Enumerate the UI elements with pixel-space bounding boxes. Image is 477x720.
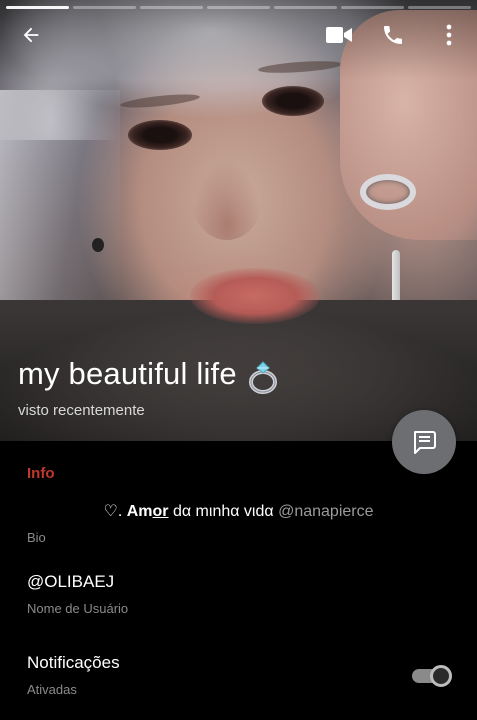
notifications-row[interactable]: Notificações	[27, 653, 120, 673]
bio-prefix: ♡.	[103, 503, 127, 520]
username-value[interactable]: @OLIBAEJ	[27, 572, 114, 592]
story-progress-bar	[6, 6, 471, 9]
video-call-button[interactable]	[322, 18, 356, 52]
info-header: Info	[27, 465, 55, 482]
bio-rest: dα mιnhα vιdα	[168, 503, 279, 520]
more-vertical-icon	[446, 24, 452, 46]
voice-call-button[interactable]	[376, 18, 410, 52]
bio-label: Bio	[27, 530, 46, 545]
story-segment[interactable]	[341, 6, 404, 9]
more-options-button[interactable]	[432, 18, 466, 52]
notifications-toggle[interactable]	[412, 664, 452, 687]
notifications-status: Ativadas	[27, 682, 77, 697]
bio-bold: Am	[126, 503, 153, 520]
bio-value[interactable]: ♡. Amor dα mιnhα vιdα @nanapierce	[0, 501, 477, 521]
story-segment[interactable]	[73, 6, 136, 9]
story-segment[interactable]	[274, 6, 337, 9]
info-section: Info ♡. Amor dα mιnhα vιdα @nanapierce B…	[0, 441, 477, 720]
send-message-button[interactable]	[392, 410, 456, 474]
video-camera-icon	[326, 27, 352, 43]
story-segment[interactable]	[6, 6, 69, 9]
bio-mention-link[interactable]: @nanapierce	[278, 503, 373, 520]
ring-icon	[247, 360, 279, 399]
message-icon	[414, 431, 436, 454]
toggle-knob	[430, 665, 452, 687]
back-button[interactable]	[14, 18, 48, 52]
last-seen-status: visto recentemente	[18, 402, 145, 419]
phone-icon	[384, 26, 402, 44]
profile-name-row: my beautiful life	[18, 356, 279, 399]
back-arrow-icon	[23, 27, 39, 43]
profile-photo[interactable]: my beautiful life visto recentemente	[0, 0, 477, 441]
profile-name: my beautiful life	[18, 356, 237, 391]
story-segment[interactable]	[207, 6, 270, 9]
story-segment[interactable]	[408, 6, 471, 9]
bio-underlined: or	[152, 503, 169, 520]
username-label: Nome de Usuário	[27, 601, 129, 616]
story-segment[interactable]	[140, 6, 203, 9]
